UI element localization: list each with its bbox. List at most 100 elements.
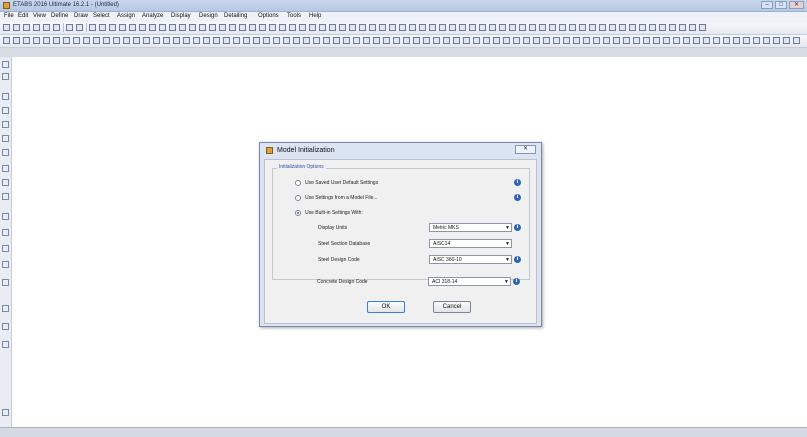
draw-beam-tool-icon[interactable]: [2, 245, 9, 252]
save-model-icon[interactable]: [23, 24, 30, 31]
draw-link-tool-icon[interactable]: [2, 213, 9, 220]
slab-icon[interactable]: [609, 24, 616, 31]
layer-icon[interactable]: [469, 24, 476, 31]
select-arrow-icon[interactable]: [2, 61, 9, 68]
lock-model-icon[interactable]: [783, 37, 790, 44]
edit-reference-icon[interactable]: [403, 37, 410, 44]
close-window-button[interactable]: ✕: [789, 1, 804, 9]
info-icon[interactable]: i: [514, 179, 521, 186]
zoom-out-icon[interactable]: [109, 24, 116, 31]
select-by-property-icon[interactable]: [283, 37, 290, 44]
menu-display[interactable]: Display: [171, 13, 191, 19]
reference-point-icon[interactable]: [699, 24, 706, 31]
function-icon[interactable]: [573, 37, 580, 44]
edit-stories-icon[interactable]: [383, 37, 390, 44]
quick-draw-beam-icon[interactable]: [53, 37, 60, 44]
redo-icon[interactable]: [43, 24, 50, 31]
option-label-model-file-settings[interactable]: Use Settings from a Model File...: [305, 195, 378, 201]
wall-icon[interactable]: [599, 24, 606, 31]
strip-based-icon[interactable]: [643, 37, 650, 44]
zoom-previous-icon[interactable]: [129, 24, 136, 31]
menu-view[interactable]: View: [33, 13, 46, 19]
move-up-icon[interactable]: [199, 24, 206, 31]
concrete-design-icon[interactable]: [289, 24, 296, 31]
wall-section-icon[interactable]: [443, 37, 450, 44]
joint-icon[interactable]: [669, 24, 676, 31]
elevation-view-icon[interactable]: [169, 24, 176, 31]
pile-icon[interactable]: [683, 37, 690, 44]
cancel-button[interactable]: Cancel: [433, 301, 471, 313]
menu-assign[interactable]: Assign: [117, 13, 135, 19]
quick-draw-column-icon[interactable]: [63, 37, 70, 44]
draw-cross-icon[interactable]: [2, 149, 9, 156]
draw-area-icon[interactable]: [2, 107, 9, 114]
invert-selection-icon[interactable]: [303, 37, 310, 44]
shear-wall-design-icon[interactable]: [309, 24, 316, 31]
reshape-arrow-icon[interactable]: [2, 73, 9, 80]
draw-floor-panel-icon[interactable]: [2, 179, 9, 186]
pier-label-icon[interactable]: [439, 24, 446, 31]
option-label-built-in-settings[interactable]: Use Built-in Settings With:: [305, 210, 363, 216]
info-icon[interactable]: i: [513, 278, 520, 285]
restraint-icon[interactable]: [499, 24, 506, 31]
snap-fine-grid-icon[interactable]: [203, 37, 210, 44]
radio-saved-user-default[interactable]: [295, 180, 301, 186]
steel-section-database-select[interactable]: AISC14 ▼: [429, 239, 512, 248]
column-icon[interactable]: [639, 24, 646, 31]
menu-analyze[interactable]: Analyze: [142, 13, 163, 19]
zoom-all-icon[interactable]: [119, 24, 126, 31]
draw-tendon-icon[interactable]: [2, 229, 9, 236]
new-model-icon[interactable]: [3, 24, 10, 31]
deck-icon[interactable]: [619, 24, 626, 31]
spandrel-label-icon[interactable]: [449, 24, 456, 31]
draw-link-icon[interactable]: [113, 37, 120, 44]
check-model-icon[interactable]: [773, 37, 780, 44]
dialog-close-button[interactable]: ✕: [515, 145, 536, 154]
concrete-design-code-select[interactable]: ACI 318-14 ▼: [428, 277, 511, 286]
similar-stories-icon[interactable]: [223, 37, 230, 44]
pan-icon[interactable]: [139, 24, 146, 31]
hinge-icon[interactable]: [529, 24, 536, 31]
set-display-options-icon[interactable]: [229, 24, 236, 31]
info-icon[interactable]: i: [514, 256, 521, 263]
dialog-title-bar[interactable]: Model Initialization ✕: [260, 143, 541, 157]
menu-edit[interactable]: Edit: [18, 13, 28, 19]
merge-joints-icon[interactable]: [323, 37, 330, 44]
brace-icon[interactable]: [649, 24, 656, 31]
zoom-window-icon[interactable]: [89, 24, 96, 31]
menu-draw[interactable]: Draw: [74, 13, 88, 19]
modal-case-icon[interactable]: [513, 37, 520, 44]
punching-shear-icon[interactable]: [653, 37, 660, 44]
show-deformed-icon[interactable]: [259, 24, 266, 31]
show-undeformed-icon[interactable]: [239, 24, 246, 31]
video-icon[interactable]: [743, 37, 750, 44]
deselect-icon[interactable]: [293, 37, 300, 44]
show-loads-icon[interactable]: [249, 24, 256, 31]
export-icon[interactable]: [703, 37, 710, 44]
menu-select[interactable]: Select: [93, 13, 110, 19]
named-display-icon[interactable]: [583, 37, 590, 44]
draw-column-tool-icon[interactable]: [2, 279, 9, 286]
replicate-icon[interactable]: [313, 37, 320, 44]
deck-section-icon[interactable]: [433, 37, 440, 44]
chart-icon[interactable]: [329, 24, 336, 31]
clear-selection-icon[interactable]: [263, 37, 270, 44]
menu-tools[interactable]: Tools: [287, 13, 301, 19]
named-view-icon[interactable]: [593, 37, 600, 44]
snap-perpendicular-icon[interactable]: [183, 37, 190, 44]
release-icon[interactable]: [539, 24, 546, 31]
design-strip-icon[interactable]: [633, 37, 640, 44]
help-icon[interactable]: [753, 37, 760, 44]
all-stories-icon[interactable]: [213, 37, 220, 44]
plan-view-icon[interactable]: [159, 24, 166, 31]
section-cut-icon[interactable]: [359, 24, 366, 31]
info-icon[interactable]: i: [514, 194, 521, 201]
load-pattern-icon[interactable]: [389, 24, 396, 31]
load-combination-icon[interactable]: [543, 37, 550, 44]
tendon-section-icon[interactable]: [463, 37, 470, 44]
divide-frames-icon[interactable]: [333, 37, 340, 44]
move-down-icon[interactable]: [209, 24, 216, 31]
draw-line-icon[interactable]: [2, 93, 9, 100]
import-icon[interactable]: [713, 37, 720, 44]
menu-file[interactable]: File: [4, 13, 14, 19]
